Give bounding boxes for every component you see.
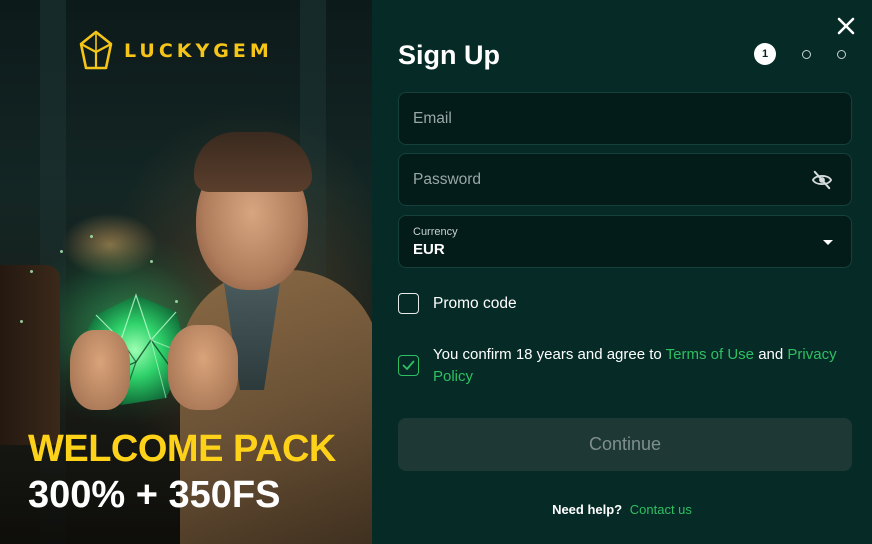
- step-current: 1: [754, 43, 776, 65]
- eye-slash-icon[interactable]: [811, 170, 833, 190]
- left-hand: [70, 330, 130, 410]
- promo-code-checkbox[interactable]: [398, 293, 419, 314]
- step-dot: [837, 49, 846, 59]
- chevron-down-icon: [823, 240, 833, 245]
- brand-logo: LUCKYGEM: [78, 30, 273, 72]
- email-field: [398, 92, 852, 145]
- continue-button[interactable]: Continue: [398, 418, 852, 471]
- step-dot: [802, 49, 811, 59]
- email-input[interactable]: [413, 109, 837, 128]
- right-hand: [168, 325, 238, 410]
- terms-prefix: You confirm 18 years and agree to: [433, 346, 662, 363]
- currency-value: EUR: [413, 240, 445, 258]
- signup-modal: LUCKYGEM WELCOME PACK 300% + 350FS Sign …: [0, 0, 872, 544]
- password-field: [398, 153, 852, 206]
- promo-code-row: Promo code: [398, 293, 517, 314]
- step-indicator: 1: [754, 43, 846, 65]
- help-footer: Need help? Contact us: [372, 502, 872, 517]
- sparkle: [60, 250, 63, 253]
- currency-select[interactable]: Currency EUR: [398, 215, 852, 268]
- sparkle: [20, 320, 23, 323]
- promo-banner: LUCKYGEM WELCOME PACK 300% + 350FS: [0, 0, 372, 544]
- help-question: Need help?: [552, 502, 623, 517]
- man-hair: [194, 132, 312, 192]
- form-title: Sign Up: [398, 40, 500, 70]
- promo-offer: 300% + 350FS: [28, 474, 281, 516]
- sparkle: [150, 260, 153, 263]
- close-icon: [837, 17, 855, 35]
- treasure-chest: [0, 265, 60, 445]
- promo-code-label[interactable]: Promo code: [433, 295, 517, 313]
- promo-headline: WELCOME PACK: [28, 428, 336, 470]
- sparkle: [175, 300, 178, 303]
- sparkle: [30, 270, 33, 273]
- promo-copy: WELCOME PACK 300% + 350FS: [28, 426, 336, 518]
- gem-logo-icon: [79, 30, 113, 70]
- password-input[interactable]: [413, 170, 837, 189]
- terms-row: You confirm 18 years and agree to Terms …: [398, 344, 843, 388]
- logo-text: LUCKYGEM: [124, 40, 273, 62]
- terms-text: You confirm 18 years and agree to Terms …: [433, 344, 843, 388]
- currency-label: Currency: [413, 225, 458, 238]
- sparkle: [90, 235, 93, 238]
- close-button[interactable]: [834, 14, 858, 38]
- terms-of-use-link[interactable]: Terms of Use: [666, 346, 754, 363]
- contact-us-link[interactable]: Contact us: [630, 502, 692, 517]
- terms-checkbox[interactable]: [398, 355, 419, 376]
- checkmark-icon: [402, 360, 415, 370]
- signup-form-panel: Sign Up 1 Currency EUR Promo code: [372, 0, 872, 544]
- terms-and: and: [758, 346, 784, 363]
